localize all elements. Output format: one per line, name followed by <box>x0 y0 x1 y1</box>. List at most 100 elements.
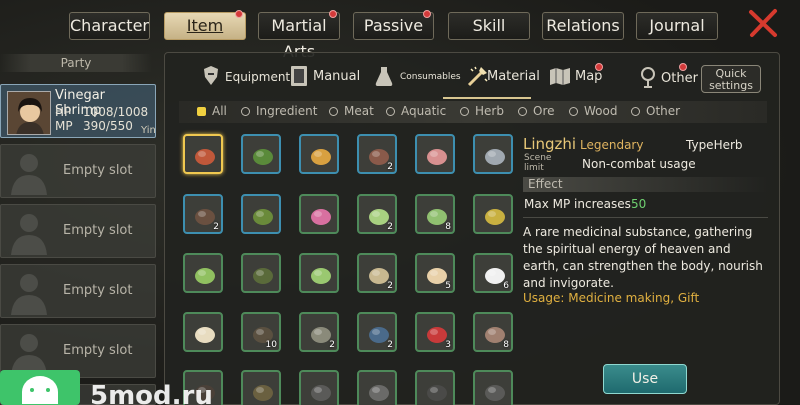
silhouette-icon <box>11 154 47 195</box>
inventory-slot[interactable] <box>415 134 455 174</box>
inventory-slot[interactable] <box>299 370 339 405</box>
tab-item[interactable]: Item <box>164 10 246 40</box>
radio-icon <box>518 107 527 116</box>
scallion-icon <box>195 268 215 284</box>
party-member-slot[interactable]: Vinegar Shrimp HP 1008/1008 MP 390/550 Y… <box>0 84 156 138</box>
filter-ore[interactable]: Ore <box>518 104 555 118</box>
tab-label: Relations <box>546 16 620 35</box>
tab-relations[interactable]: Relations <box>542 12 624 40</box>
filter-bar: All Ingredient Meat Aquatic Herb Ore Woo… <box>179 101 767 123</box>
inventory-slot[interactable]: 2 <box>183 194 223 234</box>
close-icon <box>749 9 777 37</box>
inventory-slot[interactable]: 2 <box>357 312 397 352</box>
tab-character[interactable]: Character <box>69 12 150 40</box>
category-tab-equipment[interactable]: Equipment <box>201 63 290 91</box>
lingzhi-mushroom-icon <box>195 149 215 165</box>
tab-label: Journal <box>649 16 705 35</box>
inventory-slot[interactable] <box>299 253 339 293</box>
radio-icon <box>329 107 338 116</box>
material-icon <box>467 66 488 87</box>
radio-icon <box>386 107 395 116</box>
filter-label: Meat <box>344 104 374 118</box>
category-tab-consumables[interactable]: Consumables <box>373 63 461 91</box>
inventory-slot[interactable]: 10 <box>241 312 281 352</box>
item-quantity: 2 <box>387 340 393 350</box>
notification-dot <box>235 10 243 18</box>
feather-icon <box>369 385 389 401</box>
empty-party-slot[interactable]: Empty slot <box>0 264 156 318</box>
inventory-slot[interactable] <box>241 194 281 234</box>
inventory-slot[interactable] <box>241 134 281 174</box>
category-tab-other[interactable]: Other <box>637 63 699 91</box>
inventory-slot[interactable] <box>183 253 223 293</box>
inventory-slot[interactable] <box>473 370 513 405</box>
meat-icon <box>427 149 447 165</box>
inventory-slot[interactable]: 2 <box>357 253 397 293</box>
item-quantity: 3 <box>445 340 451 350</box>
filter-aquatic[interactable]: Aquatic <box>386 104 446 118</box>
inventory-slot[interactable] <box>299 194 339 234</box>
item-name: Lingzhi <box>523 135 577 153</box>
tab-journal[interactable]: Journal <box>636 12 718 40</box>
effect-title: Effect <box>528 177 563 191</box>
inventory-slot[interactable] <box>473 194 513 234</box>
inventory-slot[interactable]: 2 <box>299 312 339 352</box>
category-label: Equipment <box>225 70 291 84</box>
filter-all[interactable]: All <box>197 104 227 118</box>
filter-wood[interactable]: Wood <box>569 104 617 118</box>
filter-label: Aquatic <box>401 104 447 118</box>
empty-party-slot[interactable]: Empty slot <box>0 144 156 198</box>
leaf-bundle-icon <box>253 149 273 165</box>
item-type: TypeHerb <box>686 138 743 152</box>
empty-party-slot[interactable]: Empty slot <box>0 204 156 258</box>
tab-passive[interactable]: Passive <box>353 10 434 40</box>
inventory-slot[interactable] <box>357 370 397 405</box>
filter-label: Wood <box>584 104 618 118</box>
watermark-text: 5mod.ru <box>90 381 213 405</box>
inventory-slot[interactable] <box>299 134 339 174</box>
use-button[interactable]: Use <box>603 364 687 394</box>
character-portrait-icon <box>8 92 50 134</box>
category-tab-material[interactable]: Material <box>467 63 547 91</box>
stat-label: Max MP increases <box>524 197 631 211</box>
fish-icon <box>485 149 505 165</box>
divider <box>523 217 768 218</box>
inventory-slot[interactable] <box>415 370 455 405</box>
inventory-slot[interactable]: 8 <box>473 312 513 352</box>
inventory-slot[interactable]: 2 <box>357 134 397 174</box>
tab-skill[interactable]: Skill <box>448 12 530 40</box>
close-button[interactable] <box>748 8 778 38</box>
bowl-icon <box>311 149 331 165</box>
filter-other[interactable]: Other <box>631 104 680 118</box>
category-tab-manual[interactable]: Manual <box>289 63 361 91</box>
inventory-slot[interactable]: 5 <box>415 253 455 293</box>
category-label: Manual <box>313 69 361 84</box>
empty-slot-label: Empty slot <box>63 223 133 238</box>
inventory-slot[interactable]: 6 <box>473 253 513 293</box>
inventory-slot[interactable]: 2 <box>357 194 397 234</box>
tab-label: Item <box>186 16 224 35</box>
mp-label: MP <box>55 119 73 133</box>
notification-dot <box>423 10 431 18</box>
category-tab-map[interactable]: Map <box>549 63 611 91</box>
filter-label: Herb <box>475 104 504 118</box>
scene-limit-value: Non-combat usage <box>582 157 696 171</box>
inventory-slot[interactable]: 8 <box>415 194 455 234</box>
inventory-slot[interactable] <box>473 134 513 174</box>
inventory-slot[interactable] <box>183 312 223 352</box>
consumables-icon <box>375 67 393 86</box>
party-header: Party <box>0 54 152 72</box>
filter-ingredient[interactable]: Ingredient <box>241 104 317 118</box>
item-quantity: 2 <box>329 340 335 350</box>
tab-martial-arts[interactable]: Martial Arts <box>258 10 340 61</box>
stone-icon <box>311 385 331 401</box>
quick-settings-button[interactable]: Quick settings <box>701 65 761 93</box>
inventory-slot[interactable]: 3 <box>415 312 455 352</box>
filter-meat[interactable]: Meat <box>329 104 374 118</box>
inventory-slot[interactable] <box>241 253 281 293</box>
item-quantity: 5 <box>445 281 451 291</box>
equipment-icon <box>204 66 218 85</box>
filter-label: Ore <box>533 104 555 118</box>
inventory-slot[interactable] <box>183 134 223 174</box>
filter-herb[interactable]: Herb <box>460 104 504 118</box>
